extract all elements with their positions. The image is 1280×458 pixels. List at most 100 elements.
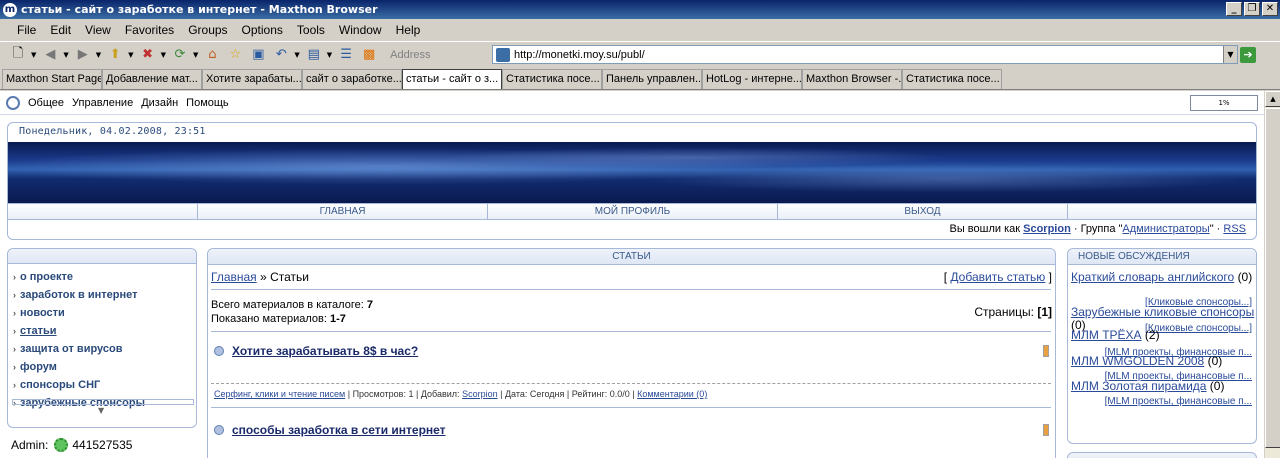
article-title-link[interactable]: Хотите зарабатывать 8$ в час? [232,344,418,358]
article-flag-icon[interactable] [1043,345,1049,357]
up-icon[interactable]: ⬆ [105,46,125,64]
article-bullet-icon [214,425,224,435]
left-menu-item[interactable]: › статьи [13,322,196,340]
menu-groups[interactable]: Groups [181,23,234,37]
panel-menu-design[interactable]: Дизайн [141,97,178,109]
undo-icon[interactable]: ↶ [271,46,291,64]
address-bar[interactable]: http://monetki.moy.su/publ/ ▼ [492,45,1238,64]
article-flag-icon[interactable] [1043,424,1049,436]
stop-dropdown-icon[interactable]: ▼ [161,51,166,59]
groups-icon[interactable]: ▤ [304,46,324,64]
discussion-title-link[interactable]: МЛМ ТРЁХА [1071,328,1142,342]
left-menu-item[interactable]: › заработок в интернет [13,286,196,304]
scroll-thumb[interactable] [1265,108,1280,448]
forward-dropdown-icon[interactable]: ▼ [96,51,101,59]
browser-tab[interactable]: Статистика посе... [902,69,1002,89]
undo-dropdown-icon[interactable]: ▼ [294,51,299,59]
discussion-title-link[interactable]: Зарубежные кликовые спонсоры [1071,305,1254,319]
article-author-link[interactable]: Scorpion [462,389,498,399]
scroll-up-icon[interactable]: ▲ [1265,91,1280,107]
left-menu-label[interactable]: форум [20,361,57,373]
forward-icon[interactable]: ▶ [73,46,93,64]
close-button[interactable]: ✕ [1262,2,1278,16]
add-article-link[interactable]: Добавить статью [950,270,1045,284]
left-menu-item[interactable]: › новости [13,304,196,322]
discussion-category-link[interactable]: [MLM проекты, финансовые п... [1105,396,1252,407]
group-link[interactable]: Администраторы [1122,223,1209,235]
window-icon[interactable]: ▣ [248,46,268,64]
discussion-title-link[interactable]: Краткий словарь английского [1071,270,1234,284]
browser-tab[interactable]: сайт о заработке... [302,69,402,89]
nav-logout[interactable]: ВЫХОД [778,204,1068,219]
panel-menu-manage[interactable]: Управление [72,97,133,109]
discussion-title-link[interactable]: МЛМ Золотая пирамида [1071,379,1206,393]
breadcrumb-home[interactable]: Главная [211,270,257,284]
favorites-star-icon[interactable]: ☆ [225,46,245,64]
left-menu-label[interactable]: статьи [20,325,57,337]
menu-help[interactable]: Help [389,23,428,37]
browser-tab[interactable]: HotLog - интерне... [702,69,802,89]
ucoz-logo-icon[interactable] [6,95,20,110]
menu-tools[interactable]: Tools [290,23,332,37]
discussion-category: [MLM проекты, финансовые п... [1105,396,1252,407]
go-arrow-icon[interactable]: ➔ [1240,47,1256,63]
new-page-dropdown-icon[interactable]: ▼ [31,51,36,59]
menu-file[interactable]: File [10,23,43,37]
article-comments-link[interactable]: Комментарии (0) [637,389,707,399]
username-link[interactable]: Scorpion [1023,223,1071,235]
left-menu-label[interactable]: спонсоры СНГ [20,379,100,391]
browser-tab[interactable]: Maxthon Browser -... [802,69,902,89]
window-title: статьи - сайт о заработке в интернет - M… [21,3,378,16]
left-menu-item[interactable]: › о проекте [13,268,196,286]
article-entry: Хотите зарабатывать 8$ в час? [214,344,418,358]
nav-profile[interactable]: МОЙ ПРОФИЛЬ [488,204,778,219]
nav-home[interactable]: ГЛАВНАЯ [198,204,488,219]
toolbar: 🗋 ▼ ◀ ▼ ▶ ▼ ⬆ ▼ ✖ ▼ ⟳ ▼ ⌂ ☆ ▣ ↶ ▼ ▤ ▼ ☰ ▩ Addres… [0,41,1280,67]
menu-window[interactable]: Window [332,23,389,37]
article-title-link[interactable]: способы заработка в сети интернет [232,423,446,437]
address-input[interactable]: http://monetki.moy.su/publ/ [514,49,1223,61]
browser-tab[interactable]: Хотите зарабаты... [202,69,302,89]
back-icon[interactable]: ◀ [40,46,60,64]
left-menu-item[interactable]: › защита от вирусов [13,340,196,358]
new-page-icon[interactable]: 🗋 [8,46,28,64]
panel-menu-general[interactable]: Общее [28,97,64,109]
sidebar-icon[interactable]: ☰ [336,46,356,64]
refresh-icon[interactable]: ⟳ [170,46,190,64]
rss-icon[interactable]: ▩ [359,46,379,64]
maxthon-icon[interactable]: m [3,2,17,17]
browser-tab[interactable]: Панель управлен... [602,69,702,89]
discussion-item: Краткий словарь английского (0) [1071,271,1255,284]
home-icon[interactable]: ⌂ [202,46,222,64]
restore-button[interactable]: ❐ [1244,2,1260,16]
panel-menu-help[interactable]: Помощь [186,97,229,109]
menu-favorites[interactable]: Favorites [118,23,181,37]
left-menu-item[interactable]: › форум [13,358,196,376]
refresh-dropdown-icon[interactable]: ▼ [193,51,198,59]
vertical-scrollbar[interactable]: ▲ [1264,91,1280,458]
rss-link[interactable]: RSS [1223,223,1246,235]
back-dropdown-icon[interactable]: ▼ [63,51,68,59]
article-category-link[interactable]: Серфинг, клики и чтение писем [214,389,345,399]
menu-edit[interactable]: Edit [43,23,78,37]
discussion-title-link[interactable]: МЛМ WMGOLDEN 2008 [1071,354,1204,368]
stop-icon[interactable]: ✖ [138,46,158,64]
up-dropdown-icon[interactable]: ▼ [128,51,133,59]
address-dropdown-icon[interactable]: ▼ [1223,46,1237,63]
collapse-triangle-icon[interactable]: ▼ [98,406,104,415]
left-menu-label[interactable]: защита от вирусов [20,343,122,355]
pages-value[interactable]: [1] [1037,305,1052,319]
left-menu-label[interactable]: заработок в интернет [20,289,138,301]
browser-tab[interactable]: Maxthon Start Page [2,69,102,89]
left-menu-label[interactable]: о проекте [20,271,73,283]
pages-label: Страницы: [974,305,1034,319]
browser-tab[interactable]: статьи - сайт о з... [402,69,502,89]
menu-options[interactable]: Options [235,23,290,37]
browser-tab[interactable]: Статистика посе... [502,69,602,89]
browser-tab[interactable]: Добавление мат... [102,69,202,89]
left-menu-label[interactable]: новости [20,307,65,319]
groups-dropdown-icon[interactable]: ▼ [327,51,332,59]
menu-view[interactable]: View [78,23,118,37]
minimize-button[interactable]: _ [1226,2,1242,16]
left-menu-item[interactable]: › спонсоры СНГ [13,376,196,394]
